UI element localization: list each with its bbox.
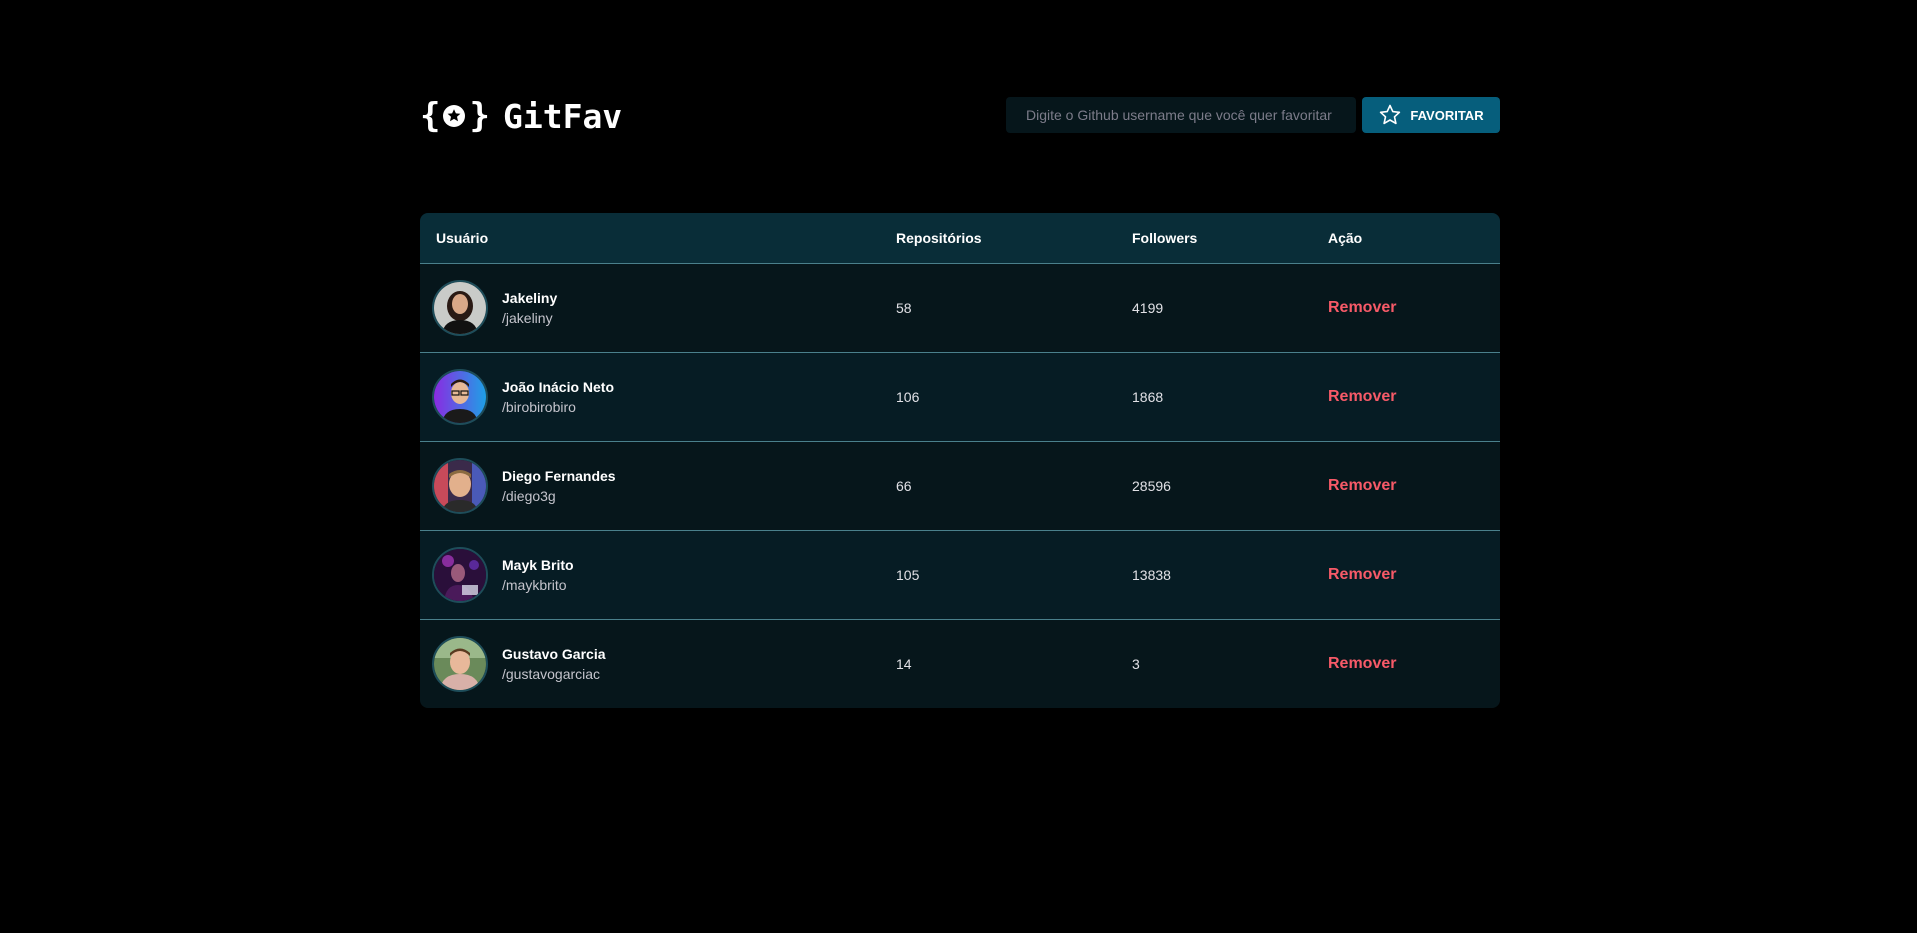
user-cell: Diego Fernandes /diego3g xyxy=(420,441,880,530)
search-bar: FAVORITAR xyxy=(1006,97,1500,133)
user-login: /jakeliny xyxy=(502,309,553,326)
remove-button[interactable]: Remover xyxy=(1328,477,1396,495)
column-header-action: Ação xyxy=(1328,229,1363,246)
followers-count: 3 xyxy=(1132,655,1140,672)
avatar xyxy=(432,546,488,603)
column-header-user: Usuário xyxy=(436,229,489,246)
repos-count: 66 xyxy=(896,477,912,494)
user-login: /gustavogarciac xyxy=(502,665,601,682)
user-login: /maykbrito xyxy=(502,576,567,593)
avatar xyxy=(432,279,488,336)
favorites-table: Usuário Repositórios Followers Ação Jake… xyxy=(420,213,1500,708)
action-cell: Remover xyxy=(1312,619,1500,708)
repos-count: 14 xyxy=(896,655,912,672)
user-cell: Gustavo Garcia /gustavogarciac xyxy=(420,619,880,708)
table-body: Jakeliny /jakeliny 58 4199 Remover João … xyxy=(420,263,1500,708)
user-name: Gustavo Garcia xyxy=(502,645,606,662)
remove-button[interactable]: Remover xyxy=(1328,299,1396,317)
avatar xyxy=(432,368,488,425)
brand-name: GitFav xyxy=(502,96,623,136)
user-name: Jakeliny xyxy=(502,289,558,306)
followers-count: 4199 xyxy=(1132,299,1164,316)
action-cell: Remover xyxy=(1312,530,1500,619)
favoritar-button[interactable]: FAVORITAR xyxy=(1362,97,1500,133)
avatar xyxy=(432,457,488,514)
user-login: /diego3g xyxy=(502,487,556,504)
table-row: Gustavo Garcia /gustavogarciac 14 3 Remo… xyxy=(420,619,1500,708)
action-cell: Remover xyxy=(1312,352,1500,441)
logo: { } GitFav xyxy=(420,96,622,136)
user-cell: Jakeliny /jakeliny xyxy=(420,263,880,352)
followers-count: 1868 xyxy=(1132,388,1164,405)
table-row: Jakeliny /jakeliny 58 4199 Remover xyxy=(420,263,1500,352)
followers-count: 13838 xyxy=(1132,566,1171,583)
star-braces-icon: { } xyxy=(420,96,490,136)
table-row: Diego Fernandes /diego3g 66 28596 Remove… xyxy=(420,441,1500,530)
user-name: João Inácio Neto xyxy=(502,378,615,395)
action-cell: Remover xyxy=(1312,263,1500,352)
user-name: Diego Fernandes xyxy=(502,467,616,484)
user-cell: Mayk Brito /maykbrito xyxy=(420,530,880,619)
repos-count: 58 xyxy=(896,299,912,316)
favoritar-button-label: FAVORITAR xyxy=(1410,107,1484,123)
action-cell: Remover xyxy=(1312,441,1500,530)
table-row: Mayk Brito /maykbrito 105 13838 Remover xyxy=(420,530,1500,619)
header-row: Usuário Repositórios Followers Ação xyxy=(420,213,1500,263)
table-header: Usuário Repositórios Followers Ação xyxy=(420,213,1500,263)
user-name: Mayk Brito xyxy=(502,556,574,573)
remove-button[interactable]: Remover xyxy=(1328,566,1396,584)
star-outline-icon xyxy=(1380,104,1401,125)
repos-count: 106 xyxy=(896,388,920,405)
followers-count: 28596 xyxy=(1132,477,1171,494)
table-row: João Inácio Neto /birobirobiro 106 1868 … xyxy=(420,352,1500,441)
remove-button[interactable]: Remover xyxy=(1328,655,1396,673)
app-header: { } GitFav FAVORITAR xyxy=(420,96,1500,136)
user-cell: João Inácio Neto /birobirobiro xyxy=(420,352,880,441)
column-header-repos: Repositórios xyxy=(896,229,982,246)
user-login: /birobirobiro xyxy=(502,398,576,415)
column-header-followers: Followers xyxy=(1132,229,1198,246)
username-search-input[interactable] xyxy=(1006,97,1356,133)
repos-count: 105 xyxy=(896,566,920,583)
remove-button[interactable]: Remover xyxy=(1328,388,1396,406)
avatar xyxy=(432,635,488,692)
